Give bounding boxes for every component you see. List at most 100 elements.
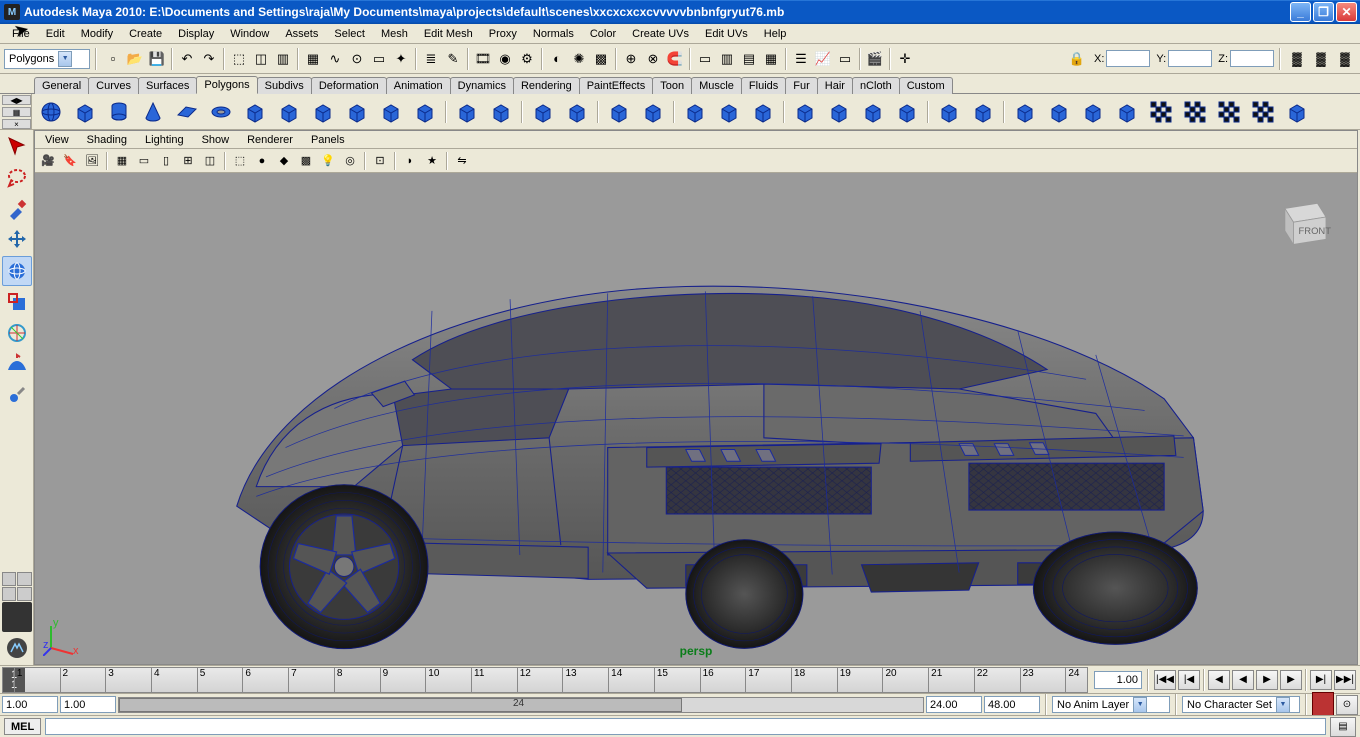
- shelf-bridge-icon[interactable]: [713, 96, 745, 128]
- panel-hq-icon[interactable]: ★: [422, 151, 442, 171]
- layout-four[interactable]: [17, 572, 32, 586]
- panel-image-plane-icon[interactable]: 🖼: [82, 151, 102, 171]
- xyz-icon[interactable]: ✛: [894, 48, 916, 70]
- shelf-checker3-icon[interactable]: [1213, 96, 1245, 128]
- panel-xray-icon[interactable]: ◎: [340, 151, 360, 171]
- shelf-tab-hair[interactable]: Hair: [817, 77, 853, 94]
- select-tool[interactable]: [2, 132, 32, 162]
- menu-window[interactable]: Window: [222, 26, 277, 42]
- shelf-tab-custom[interactable]: Custom: [899, 77, 953, 94]
- step-fwd-key-button[interactable]: ▶|: [1310, 670, 1332, 690]
- goto-start-button[interactable]: |◀◀: [1154, 670, 1176, 690]
- layout-two-h[interactable]: [2, 587, 17, 601]
- menu-create-uvs[interactable]: Create UVs: [624, 26, 697, 42]
- shelf-checker-big-icon[interactable]: [1247, 96, 1279, 128]
- paint-select-tool[interactable]: [2, 194, 32, 224]
- layout-presets[interactable]: [2, 572, 32, 601]
- shelf-tab-subdivs[interactable]: Subdivs: [257, 77, 312, 94]
- module-selector[interactable]: Polygons: [4, 49, 90, 69]
- shelf-mirror-icon[interactable]: [967, 96, 999, 128]
- save-icon[interactable]: 💾: [146, 48, 168, 70]
- snap-b-icon[interactable]: ⊗: [642, 48, 664, 70]
- shelf-soccer-icon[interactable]: [375, 96, 407, 128]
- shelf-cylinder-icon[interactable]: [103, 96, 135, 128]
- menu-display[interactable]: Display: [170, 26, 222, 42]
- snap-magnet-icon[interactable]: 🧲: [664, 48, 686, 70]
- snap-live-icon[interactable]: ✦: [390, 48, 412, 70]
- shelf-pipe-icon[interactable]: [307, 96, 339, 128]
- play-back-button[interactable]: ◀: [1232, 670, 1254, 690]
- set-key-button[interactable]: [1312, 692, 1334, 718]
- menu-normals[interactable]: Normals: [525, 26, 582, 42]
- script-editor-button[interactable]: ▤: [1330, 717, 1356, 737]
- panel-menu-lighting[interactable]: Lighting: [141, 133, 188, 147]
- snap-point-icon[interactable]: ⊙: [346, 48, 368, 70]
- script-lang-button[interactable]: MEL: [4, 718, 41, 735]
- manip-tool[interactable]: [2, 318, 32, 348]
- layout-1-icon[interactable]: ▭: [694, 48, 716, 70]
- undo-icon[interactable]: ↶: [176, 48, 198, 70]
- show-manip-tool[interactable]: [2, 380, 32, 410]
- panel-flat-shade-icon[interactable]: ◆: [274, 151, 294, 171]
- shelf-tab-surfaces[interactable]: Surfaces: [138, 77, 197, 94]
- shelf-cut-icon[interactable]: [789, 96, 821, 128]
- select-obj-icon[interactable]: ◫: [250, 48, 272, 70]
- layout-custom-1[interactable]: [2, 602, 32, 632]
- lasso-tool[interactable]: [2, 163, 32, 193]
- panel-menu-view[interactable]: View: [41, 133, 73, 147]
- shelf-uv4-icon[interactable]: [1111, 96, 1143, 128]
- shelf-controls[interactable]: ◀▶▦×: [2, 94, 32, 130]
- minimize-button[interactable]: _: [1290, 2, 1311, 22]
- lock-coords-icon[interactable]: 🔒: [1066, 48, 1088, 70]
- shelf-tab-rendering[interactable]: Rendering: [513, 77, 580, 94]
- layout-3-icon[interactable]: ▤: [738, 48, 760, 70]
- layout-two-v[interactable]: [17, 587, 32, 601]
- menu-mesh[interactable]: Mesh: [373, 26, 416, 42]
- menu-file[interactable]: File: [4, 26, 38, 42]
- history-icon[interactable]: ≣: [420, 48, 442, 70]
- shelf-prism-icon[interactable]: [239, 96, 271, 128]
- shelf-uv3-icon[interactable]: [1077, 96, 1109, 128]
- graph-icon[interactable]: 📈: [812, 48, 834, 70]
- shelf-plane2-icon[interactable]: [451, 96, 483, 128]
- shelf-tab-general[interactable]: General: [34, 77, 89, 94]
- shelf-uv2-icon[interactable]: [1043, 96, 1075, 128]
- playblast-icon[interactable]: 🎬: [864, 48, 886, 70]
- panel-textured-icon[interactable]: ▩: [296, 151, 316, 171]
- panel-shadows-icon[interactable]: ◗: [400, 151, 420, 171]
- shelf-tab-toon[interactable]: Toon: [652, 77, 692, 94]
- panel-menu-panels[interactable]: Panels: [307, 133, 349, 147]
- character-set-dropdown[interactable]: No Character Set: [1182, 696, 1300, 713]
- select-hier-icon[interactable]: ⬚: [228, 48, 250, 70]
- goto-end-button[interactable]: ▶▶|: [1334, 670, 1356, 690]
- shelf-cube-icon[interactable]: [69, 96, 101, 128]
- menu-help[interactable]: Help: [756, 26, 795, 42]
- range-end-inner[interactable]: [926, 696, 982, 713]
- redo-icon[interactable]: ↷: [198, 48, 220, 70]
- shelf-uv1-icon[interactable]: [1009, 96, 1041, 128]
- snap-plane-icon[interactable]: ▭: [368, 48, 390, 70]
- soft-mod-tool[interactable]: [2, 349, 32, 379]
- dope-icon[interactable]: ▭: [834, 48, 856, 70]
- layout-4-icon[interactable]: ▦: [760, 48, 782, 70]
- shelf-pyramid-icon[interactable]: [273, 96, 305, 128]
- shelf-tab-painteffects[interactable]: PaintEffects: [579, 77, 654, 94]
- render-settings-icon[interactable]: ⚙: [516, 48, 538, 70]
- shelf-tab-fluids[interactable]: Fluids: [741, 77, 786, 94]
- shelf-tab-dynamics[interactable]: Dynamics: [450, 77, 514, 94]
- panel-safe-icon[interactable]: ◫: [200, 151, 220, 171]
- shelf-settings-icon[interactable]: [1281, 96, 1313, 128]
- panel-film-gate-icon[interactable]: ▭: [134, 151, 154, 171]
- command-input[interactable]: [45, 718, 1326, 735]
- render-icon[interactable]: 🎞: [472, 48, 494, 70]
- shelf-sphere-icon[interactable]: [35, 96, 67, 128]
- range-start-outer[interactable]: [2, 696, 58, 713]
- shelf-cone-icon[interactable]: [137, 96, 169, 128]
- snap-curve-icon[interactable]: ∿: [324, 48, 346, 70]
- y-input[interactable]: [1168, 50, 1212, 67]
- shelf-smooth-icon[interactable]: [603, 96, 635, 128]
- shelf-append-icon[interactable]: [747, 96, 779, 128]
- rotate-tool[interactable]: [2, 256, 32, 286]
- step-forward-button[interactable]: ▶: [1280, 670, 1302, 690]
- panel-menu-shading[interactable]: Shading: [83, 133, 131, 147]
